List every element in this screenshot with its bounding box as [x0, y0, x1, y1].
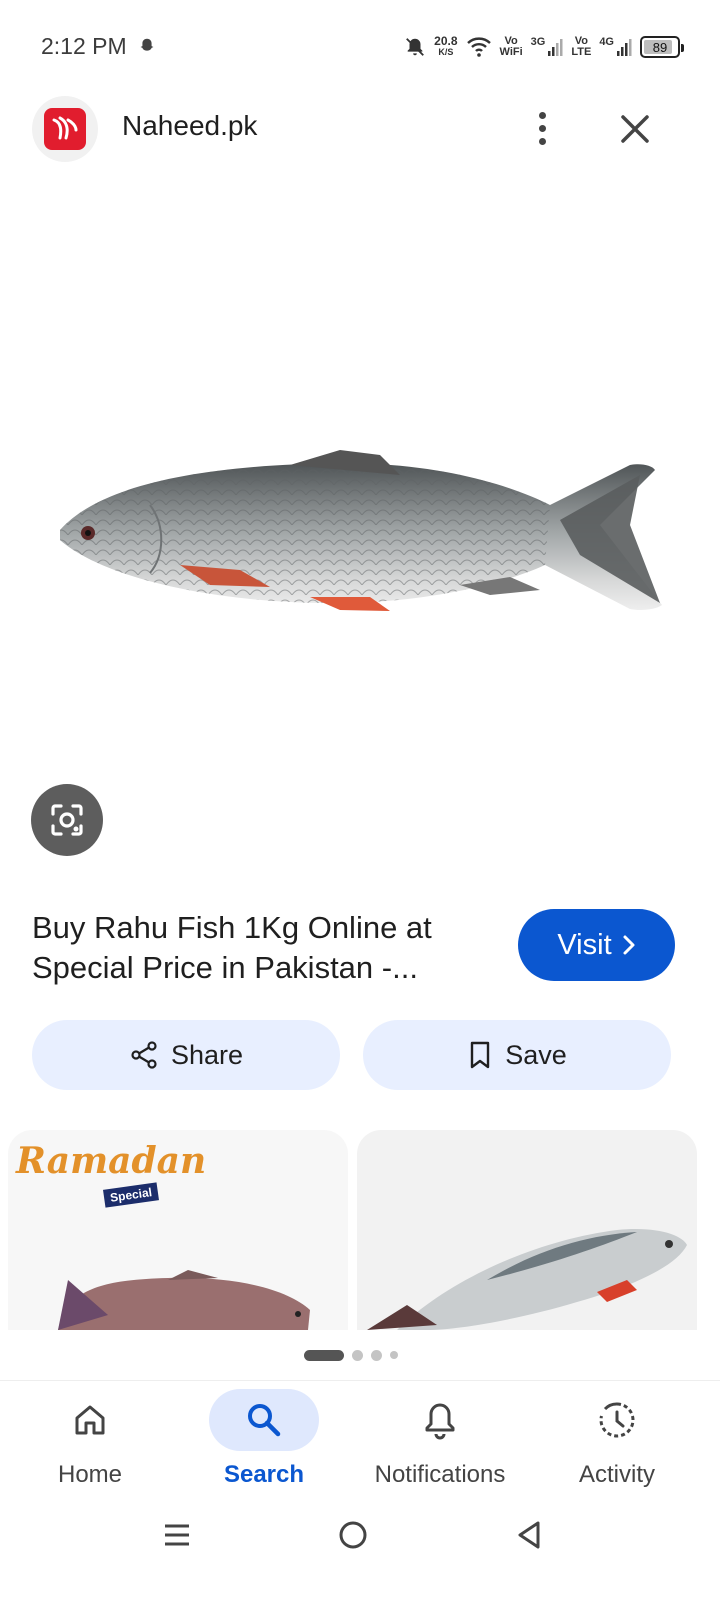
bottom-navigation: Home Search Notifications Activity: [0, 1380, 720, 1500]
vowifi-indicator: Vo WiFi: [499, 35, 523, 58]
pager-dot: [390, 1351, 398, 1359]
mute-bell-icon: [406, 38, 425, 56]
fish-thumbnail-image: [367, 1229, 687, 1330]
visit-label: Visit: [557, 928, 612, 961]
site-name[interactable]: Naheed.pk: [122, 110, 257, 142]
more-options-icon: [538, 111, 546, 119]
lens-icon: [51, 804, 83, 836]
carousel-pager: [304, 1349, 398, 1361]
related-image-card[interactable]: Ramadan Special: [8, 1130, 348, 1330]
fish-thumbnail-image: [58, 1270, 310, 1330]
nav-notifications[interactable]: Notifications: [350, 1381, 530, 1501]
net-speed: 20.8 K/S: [434, 34, 458, 57]
battery-icon: 89: [640, 36, 684, 58]
lens-search-button[interactable]: [31, 784, 103, 856]
home-system-button[interactable]: [328, 1510, 378, 1560]
system-navigation-bar: [0, 1500, 720, 1600]
search-icon: [248, 1404, 281, 1437]
back-system-button[interactable]: [504, 1510, 554, 1560]
bookmark-icon: [471, 1041, 490, 1069]
bell-icon: [425, 1403, 455, 1440]
signal-bars-icon: [548, 39, 563, 56]
result-title[interactable]: Buy Rahu Fish 1Kg Online at Special Pric…: [32, 908, 482, 988]
share-icon: [131, 1041, 157, 1069]
home-icon: [75, 1405, 105, 1435]
save-label: Save: [505, 1039, 567, 1070]
chevron-right-icon: [623, 935, 635, 955]
related-image-card[interactable]: [357, 1130, 697, 1330]
naheed-logo-icon: [44, 108, 86, 150]
snapchat-icon: [140, 38, 154, 51]
status-bar: 2:12 PM 20.8 K/S Vo WiFi 3G Vo LTE 4G 89: [0, 0, 720, 90]
site-logo[interactable]: [32, 96, 98, 162]
signal-bars-icon: [617, 39, 632, 56]
save-button[interactable]: Save: [363, 1020, 671, 1090]
share-button[interactable]: Share: [32, 1020, 340, 1090]
nav-notifications-label: Notifications: [374, 1461, 506, 1488]
nav-search-label: Search: [223, 1461, 305, 1488]
back-triangle-icon: [518, 1521, 540, 1549]
menu-lines-icon: [165, 1524, 189, 1546]
activity-icon: [599, 1402, 635, 1438]
status-icons: 20.8 K/S Vo WiFi 3G Vo LTE 4G 89: [404, 30, 684, 64]
pager-dot-active: [304, 1349, 344, 1361]
main-product-image[interactable]: [40, 425, 680, 645]
circle-home-icon: [339, 1521, 367, 1549]
nav-search[interactable]: Search: [174, 1381, 354, 1501]
more-options-button[interactable]: [520, 106, 564, 150]
wifi-icon: [466, 37, 491, 57]
sim1-signal: 3G: [531, 37, 564, 57]
visit-button[interactable]: Visit: [518, 909, 675, 981]
nav-home[interactable]: Home: [0, 1381, 180, 1501]
nav-home-label: Home: [57, 1461, 123, 1488]
nav-activity-label: Activity: [578, 1461, 655, 1488]
status-time: 2:12 PM: [41, 33, 127, 59]
pager-dot: [352, 1349, 363, 1361]
sim2-signal: 4G: [599, 37, 632, 57]
pager-dot: [371, 1349, 382, 1361]
close-icon[interactable]: [612, 106, 658, 152]
share-label: Share: [170, 1039, 244, 1070]
nav-activity[interactable]: Activity: [527, 1381, 707, 1501]
volte-indicator: Vo LTE: [571, 35, 592, 58]
recent-apps-button[interactable]: [152, 1510, 202, 1560]
